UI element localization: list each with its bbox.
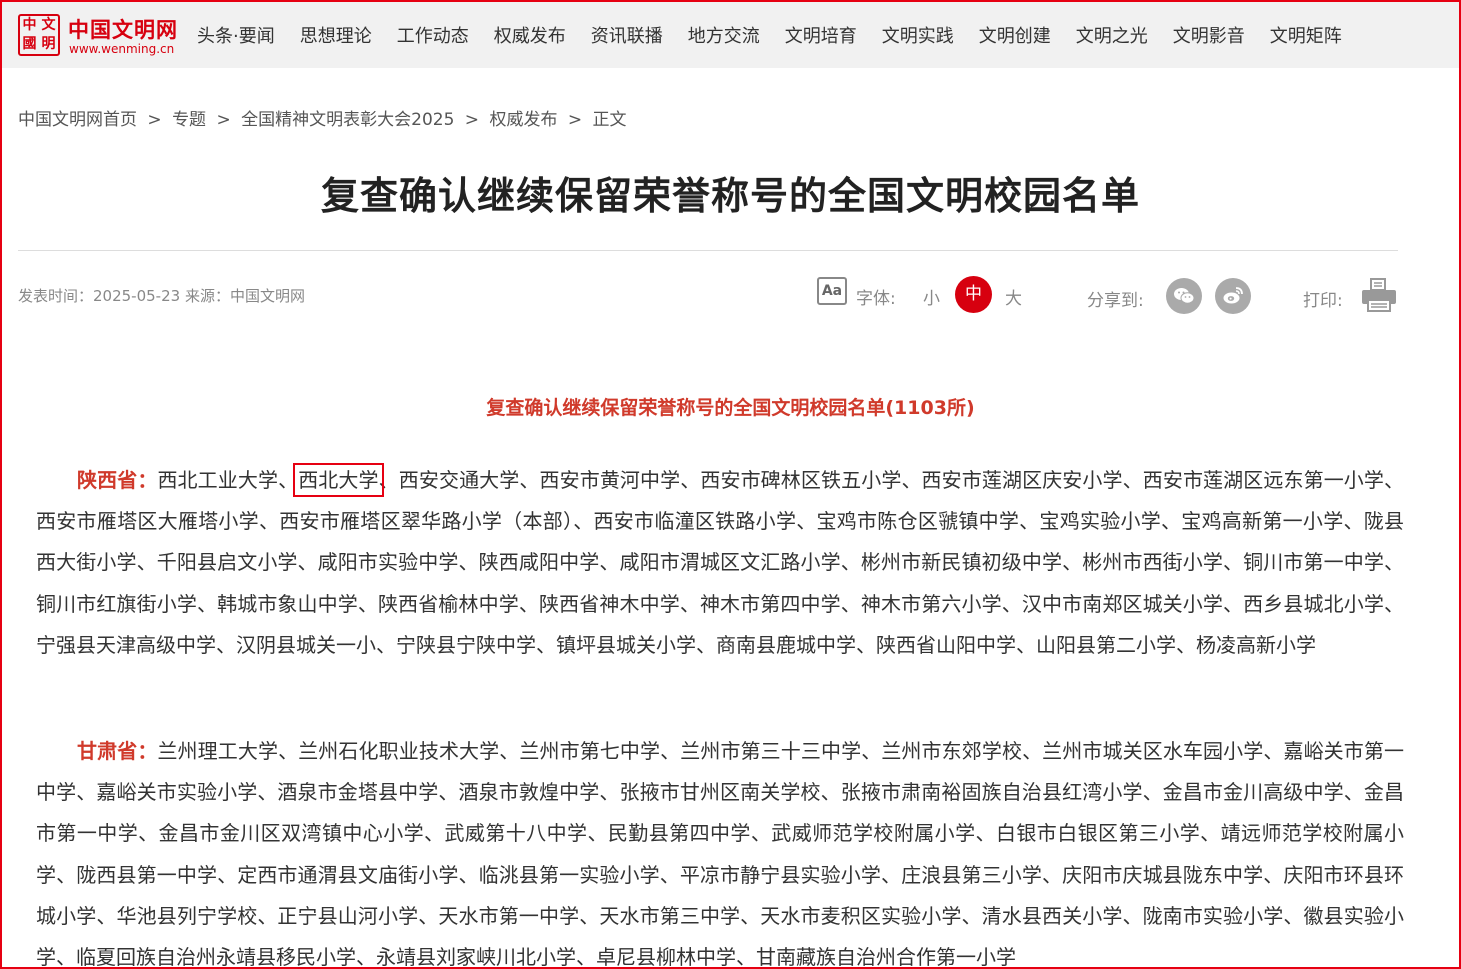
- seal-char: 國: [22, 36, 37, 52]
- printer-icon[interactable]: [1360, 278, 1398, 312]
- wechat-icon: [1174, 288, 1195, 304]
- nav-item-local[interactable]: 地方交流: [688, 22, 760, 48]
- weibo-share-button[interactable]: [1215, 278, 1251, 314]
- article-title: 复查确认继续保留荣誉称号的全国文明校园名单: [320, 174, 1140, 218]
- share-label: 分享到:: [1087, 291, 1144, 311]
- seal-char: 明: [41, 36, 56, 52]
- site-logo[interactable]: 中 文 國 明 中国文明网 www.wenming.cn: [18, 14, 178, 60]
- article-meta: 发表时间：2025-05-23 来源：中国文明网: [18, 287, 305, 305]
- highlighted-school[interactable]: 西北大学: [293, 463, 384, 497]
- nav-item-theory[interactable]: 思想理论: [300, 22, 372, 48]
- nav-item-media[interactable]: 文明影音: [1173, 22, 1245, 48]
- print-label: 打印:: [1303, 291, 1343, 311]
- breadcrumb-conference[interactable]: 全国精神文明表彰大会2025: [241, 110, 454, 130]
- school-list-text: 西北工业大学: [157, 468, 279, 492]
- nav-item-light[interactable]: 文明之光: [1076, 22, 1148, 48]
- top-navigation-bar: 中 文 國 明 中国文明网 www.wenming.cn 头条·要闻 思想理论 …: [2, 2, 1459, 68]
- breadcrumb-current: 正文: [592, 110, 627, 130]
- title-divider: [18, 250, 1398, 251]
- province-label: 陕西省：: [77, 468, 158, 492]
- list-section-gansu: 甘肃省：兰州理工大学、兰州石化职业技术大学、兰州市第七中学、兰州市第三十三中学、…: [36, 731, 1404, 969]
- breadcrumb: 中国文明网首页 > 专题 > 全国精神文明表彰大会2025 > 权威发布 > 正…: [18, 105, 627, 130]
- school-list-text: 兰州理工大学、兰州石化职业技术大学、兰州市第七中学、兰州市第三十三中学、兰州市东…: [36, 739, 1405, 969]
- breadcrumb-separator: >: [464, 110, 480, 130]
- logo-title: 中国文明网: [68, 18, 178, 42]
- breadcrumb-topics[interactable]: 专题: [172, 110, 206, 130]
- breadcrumb-separator: >: [567, 110, 583, 130]
- nav-item-news[interactable]: 资讯联播: [591, 22, 663, 48]
- font-small-button[interactable]: 小: [923, 284, 940, 309]
- nav-item-official-releases[interactable]: 权威发布: [494, 22, 566, 48]
- province-label: 甘肃省：: [77, 739, 158, 763]
- breadcrumb-separator: >: [147, 110, 162, 130]
- seal-char: 中: [22, 17, 37, 33]
- logo-url: www.wenming.cn: [69, 42, 175, 56]
- list-subtitle: 复查确认继续保留荣誉称号的全国文明校园名单(1103所): [486, 397, 975, 419]
- breadcrumb-home[interactable]: 中国文明网首页: [18, 110, 137, 130]
- nav-item-matrix[interactable]: 文明矩阵: [1270, 22, 1342, 48]
- nav-item-cultivation[interactable]: 文明培育: [785, 22, 857, 48]
- nav-item-work-updates[interactable]: 工作动态: [397, 22, 469, 48]
- breadcrumb-separator: >: [216, 110, 231, 130]
- logo-seal-icon: 中 文 國 明: [18, 14, 60, 56]
- wechat-share-button[interactable]: [1166, 278, 1202, 314]
- nav-item-practice[interactable]: 文明实践: [882, 22, 954, 48]
- school-list-text: 、西安交通大学、西安市黄河中学、西安市碑林区铁五小学、西安市莲湖区庆安小学、西安…: [36, 468, 1405, 657]
- font-size-icon: Aa: [817, 277, 847, 305]
- font-large-button[interactable]: 大: [1005, 284, 1022, 309]
- font-medium-button[interactable]: 中: [955, 276, 992, 313]
- weibo-icon: [1223, 287, 1243, 304]
- breadcrumb-releases[interactable]: 权威发布: [489, 110, 557, 130]
- nav-item-headlines[interactable]: 头条·要闻: [197, 22, 275, 48]
- font-size-label: 字体:: [856, 289, 896, 309]
- main-nav: 头条·要闻 思想理论 工作动态 权威发布 资讯联播 地方交流 文明培育 文明实践…: [197, 22, 1367, 48]
- nav-item-creation[interactable]: 文明创建: [979, 22, 1051, 48]
- seal-char: 文: [41, 17, 56, 33]
- list-section-shaanxi: 陕西省：西北工业大学、西北大学、西安交通大学、西安市黄河中学、西安市碑林区铁五小…: [36, 463, 1405, 657]
